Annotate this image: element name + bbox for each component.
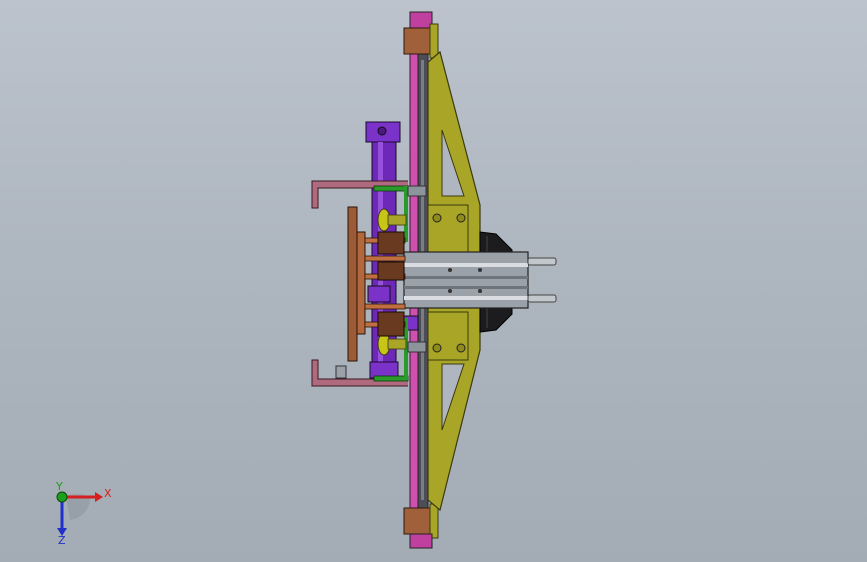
rail-top-cap: [409, 11, 433, 29]
dark-block: [377, 231, 405, 255]
bolt: [432, 213, 442, 223]
axis-triad[interactable]: X Y Z: [55, 480, 112, 547]
x-axis-label: X: [104, 487, 112, 500]
piston-rod-top: [527, 257, 557, 266]
rail-bottom-plate: [429, 503, 439, 539]
rail-top-plate: [429, 23, 439, 59]
piston-rod-bottom: [527, 294, 557, 303]
dark-block: [377, 261, 405, 281]
gray-clamp: [407, 185, 427, 197]
bolt: [456, 213, 466, 223]
plate-inner: [356, 231, 366, 335]
green-bar-bottom: [373, 375, 409, 382]
suction-cup-stem: [387, 214, 407, 226]
cylinder-stripe: [404, 276, 528, 279]
slide-cylinder[interactable]: [403, 251, 557, 309]
dark-block: [377, 311, 405, 337]
rail-top-block: [403, 27, 431, 55]
bolt: [432, 343, 442, 353]
frame-plate-top: [427, 204, 469, 254]
cylinder-screw: [478, 289, 482, 293]
cap-port: [377, 126, 387, 136]
pin: [364, 255, 406, 262]
green-vertical: [404, 186, 408, 242]
cylinder-screw: [448, 289, 452, 293]
cad-viewport[interactable]: X Y Z: [0, 0, 867, 562]
cylinder-stripe: [404, 286, 528, 289]
cylinder-screw: [448, 268, 452, 272]
cylinder-screw: [478, 268, 482, 272]
rail-bottom-cap: [409, 533, 433, 549]
y-axis-label: Y: [55, 480, 63, 493]
frame-plate-bottom: [427, 311, 469, 361]
green-bar-top: [373, 185, 409, 192]
cylinder-stripe: [404, 296, 528, 300]
pin: [364, 303, 406, 310]
z-axis-label: Z: [58, 534, 66, 547]
x-axis-arrow-icon: [95, 492, 103, 502]
y-axis-icon: [56, 491, 68, 503]
gray-clamp: [407, 341, 427, 353]
rail-bottom-block: [403, 507, 431, 535]
cylinder-stripe: [404, 263, 528, 267]
small-purple-block: [367, 285, 391, 303]
bracket-stud: [335, 365, 347, 379]
bolt: [456, 343, 466, 353]
plate-main: [347, 206, 358, 362]
suction-cup-stem: [387, 338, 407, 350]
